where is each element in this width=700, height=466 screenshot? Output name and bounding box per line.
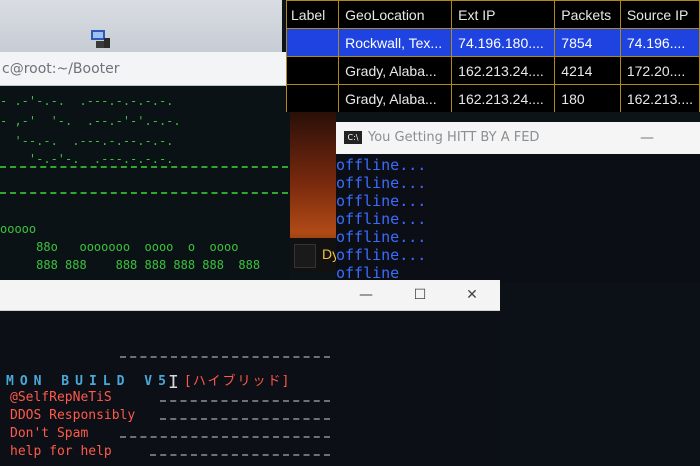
table-cell: 7854 (554, 28, 621, 57)
table-cell: Grady, Alaba... (338, 56, 453, 85)
minimize-button[interactable]: — (346, 280, 386, 310)
column-header[interactable]: Packets (554, 0, 621, 29)
background-app-footer: Dy (290, 238, 336, 272)
console-line: @SelfRepNeTiS (10, 390, 112, 405)
table-row[interactable]: Grady, Alaba... 162.213.24.... 180 162.2… (286, 84, 700, 112)
table-cell: 74.196.180.... (451, 28, 556, 57)
cmd-icon: C:\ (344, 131, 362, 144)
fed-console-titlebar[interactable]: C:\ You Getting HITT BY A FED — (336, 122, 700, 154)
ascii-divider (120, 356, 330, 358)
console-line: offline... (336, 228, 427, 246)
table-cell: Rockwall, Tex... (338, 28, 453, 57)
booter-terminal-title: c@root:~/Booter (0, 52, 290, 86)
desktop-background-dark (500, 282, 700, 466)
desktop-background (0, 0, 282, 52)
table-cell: Grady, Alaba... (338, 84, 453, 112)
console-line: help for help (10, 444, 112, 459)
background-app-panel: Dy (290, 112, 336, 272)
connection-table[interactable]: Label GeoLocation Ext IP Packets Source … (286, 0, 700, 112)
background-app-label[interactable]: Dy (322, 246, 336, 262)
table-cell: 162.213.24.... (451, 84, 556, 112)
ascii-row: ooooo (0, 222, 37, 236)
table-header-row: Label GeoLocation Ext IP Packets Source … (286, 0, 700, 29)
ascii-divider (0, 192, 288, 194)
table-cell (286, 56, 340, 85)
booter-terminal-window[interactable]: c@root:~/Booter - .-'-.-. .---.-.-.-.-. … (0, 52, 290, 284)
column-header[interactable]: Label (286, 0, 340, 29)
console-line: offline... (336, 174, 427, 192)
ascii-row: - ,-' '-. .--.-'-'.-.-. (0, 114, 181, 128)
table-cell: 162.213.... (619, 84, 700, 112)
table-cell: 162.213.24.... (451, 56, 556, 85)
column-header[interactable]: Ext IP (451, 0, 556, 29)
table-cell: 180 (554, 84, 621, 112)
ascii-row: - .-'-.-. .---.-.-.-.-. (0, 94, 174, 108)
ascii-row: 888 888 888 888 888 888 888 (0, 258, 261, 272)
main-console-window[interactable]: — ☐ ✕ MON BUILD V5 [ハイブリッド] I @SelfRepNe… (0, 280, 500, 466)
app-thumbnail-icon (294, 244, 316, 268)
banner-title: MON BUILD V5 (6, 374, 172, 389)
fed-console-window[interactable]: C:\ You Getting HITT BY A FED — offline.… (336, 122, 700, 282)
console-line: DDOS Responsibly (10, 408, 136, 423)
ascii-divider (0, 166, 288, 168)
fed-console-output: offline... offline... offline... offline… (336, 156, 426, 282)
console-line: Don't Spam (10, 426, 89, 441)
maximize-button[interactable]: ☐ (400, 280, 440, 310)
ascii-row: '-.-'-. .---.-.-.-. (0, 152, 174, 166)
console-line: offline... (336, 246, 427, 264)
table-cell: 74.196.... (619, 28, 700, 57)
computer-icon[interactable] (88, 28, 112, 50)
ascii-row: 88o ooooooo oooo o oooo (0, 240, 239, 254)
column-header[interactable]: GeoLocation (338, 0, 453, 29)
main-console-titlebar[interactable]: — ☐ ✕ (0, 280, 500, 311)
ascii-divider (150, 454, 330, 456)
minimize-button[interactable]: — (640, 122, 654, 154)
close-button[interactable]: ✕ (452, 280, 492, 310)
column-header[interactable]: Source IP (619, 0, 700, 29)
table-cell (286, 84, 340, 112)
console-line: offline... (336, 210, 427, 228)
table-cell (286, 28, 340, 57)
table-cell: 4214 (554, 56, 621, 85)
table-row[interactable]: Grady, Alaba... 162.213.24.... 4214 172.… (286, 56, 700, 85)
console-line: offline... (336, 192, 427, 210)
table-row[interactable]: Rockwall, Tex... 74.196.180.... 7854 74.… (286, 28, 700, 57)
banner-text: MON BUILD V5 [ハイブリッド] (6, 370, 290, 389)
ascii-divider (120, 436, 330, 438)
table-cell: 172.20.... (619, 56, 700, 85)
banner-japanese: [ハイブリッド] (185, 374, 290, 389)
console-line: offline... (336, 156, 427, 174)
ascii-divider (160, 418, 330, 420)
ascii-row: '--.-. .---.-.--.-.-. (0, 134, 174, 148)
ascii-divider (160, 400, 330, 402)
text-cursor-icon: I (168, 372, 179, 393)
fed-console-title: You Getting HITT BY A FED (368, 130, 540, 145)
